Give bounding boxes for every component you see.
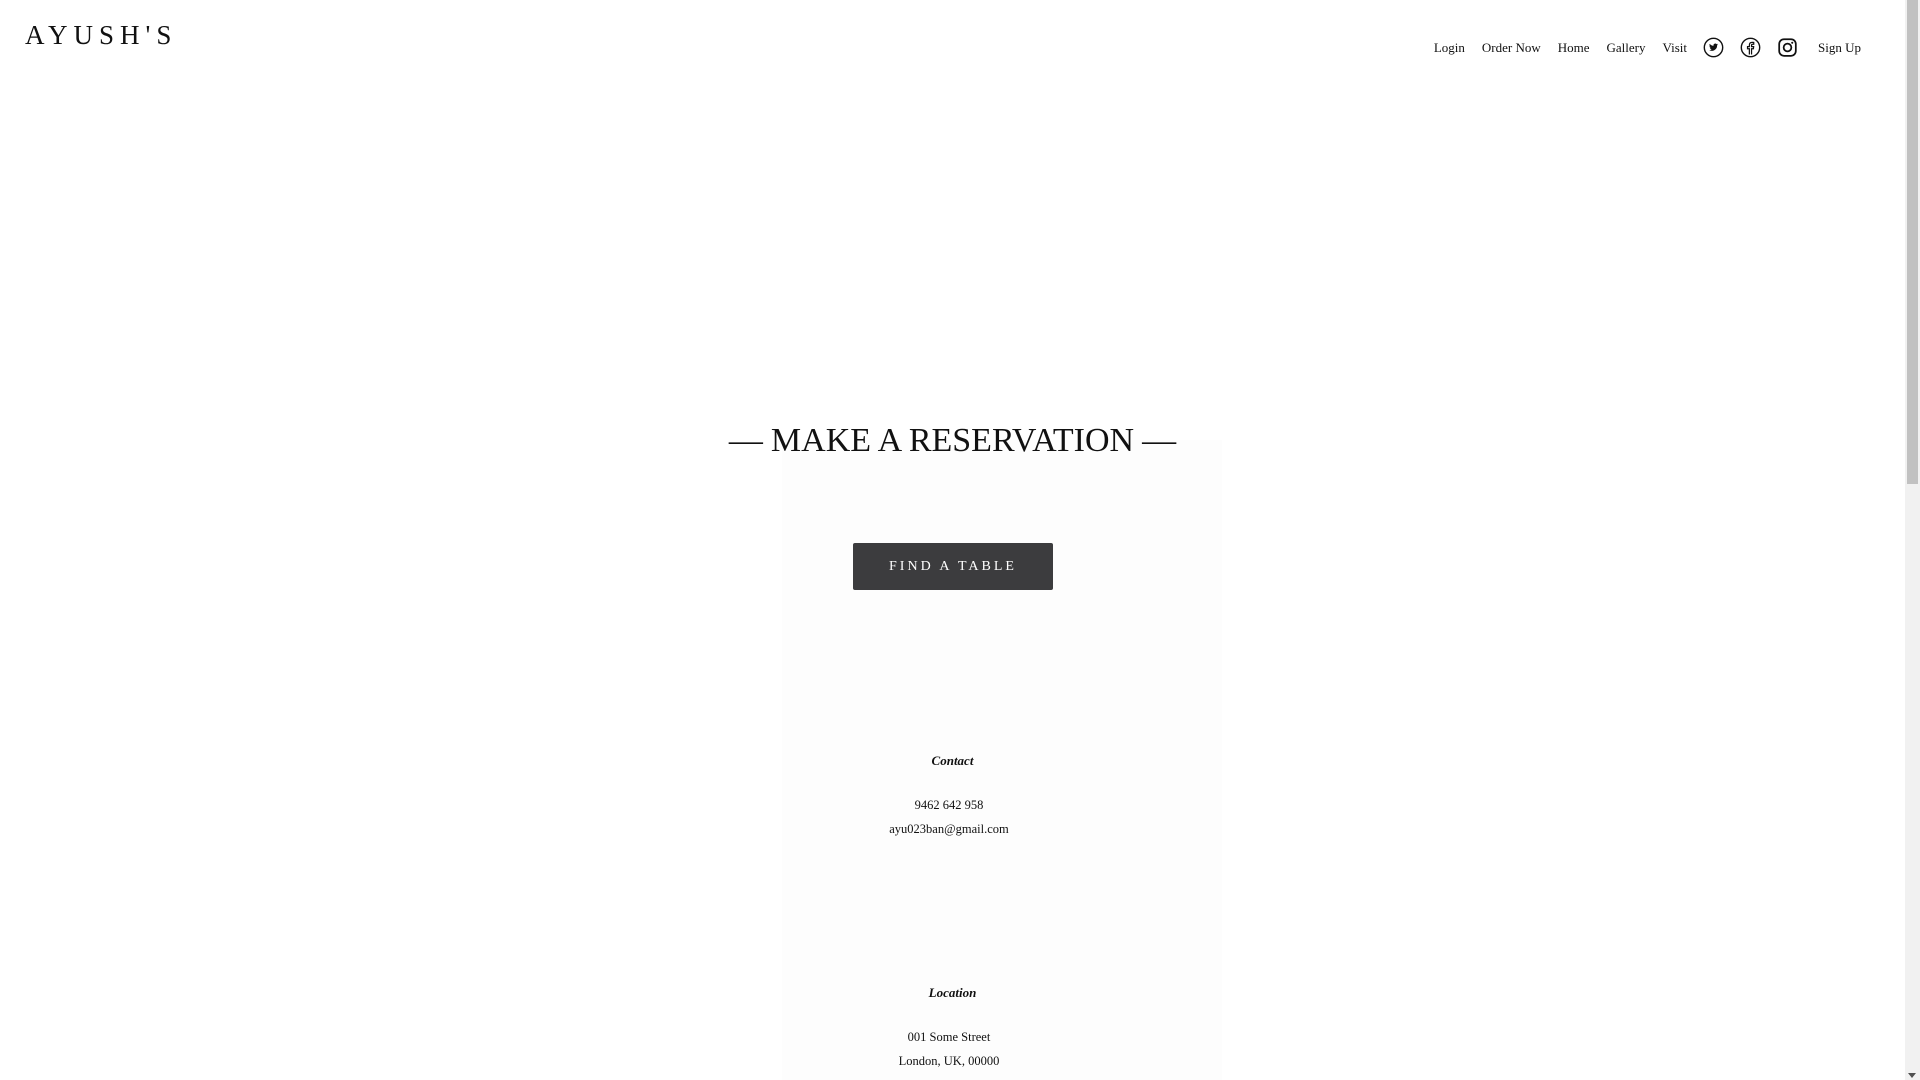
reservation-heading: — MAKE A RESERVATION — bbox=[0, 422, 1905, 460]
contact-email[interactable]: ayu023ban@gmail.com bbox=[0, 822, 1898, 837]
nav-visit-link[interactable]: Visit bbox=[1663, 40, 1688, 56]
heading-dash-right: — bbox=[1142, 422, 1177, 459]
location-heading: Location bbox=[928, 985, 977, 1000]
location-street: 001 Some Street bbox=[907, 1030, 991, 1044]
top-nav: Login Order Now Home Gallery Visit Sign … bbox=[1417, 37, 1861, 58]
instagram-icon[interactable] bbox=[1777, 37, 1798, 58]
contact-phone: 9462 642 958 bbox=[914, 798, 984, 812]
page: AYUSH'S Login Order Now Home Gallery Vis… bbox=[0, 0, 1905, 1080]
facebook-icon[interactable] bbox=[1740, 37, 1761, 58]
find-a-table-button[interactable]: FIND A TABLE bbox=[853, 543, 1053, 590]
contact-heading: Contact bbox=[931, 753, 974, 768]
site-logo[interactable]: AYUSH'S bbox=[25, 20, 177, 51]
nav-home-link[interactable]: Home bbox=[1558, 40, 1590, 56]
nav-sign-up-link[interactable]: Sign Up bbox=[1818, 40, 1861, 56]
location-city: London, UK, 00000 bbox=[898, 1054, 1000, 1068]
scrollbar-thumb[interactable] bbox=[1907, 0, 1918, 484]
twitter-icon[interactable] bbox=[1703, 37, 1724, 58]
nav-login-link[interactable]: Login bbox=[1434, 40, 1465, 56]
reservation-title: MAKE A RESERVATION bbox=[770, 422, 1135, 459]
nav-order-now-link[interactable]: Order Now bbox=[1482, 40, 1541, 56]
scroll-down-arrow-icon[interactable] bbox=[1908, 1073, 1916, 1078]
nav-gallery-link[interactable]: Gallery bbox=[1607, 40, 1646, 56]
vertical-scrollbar[interactable] bbox=[1905, 0, 1920, 1080]
heading-dash-left: — bbox=[728, 422, 763, 459]
